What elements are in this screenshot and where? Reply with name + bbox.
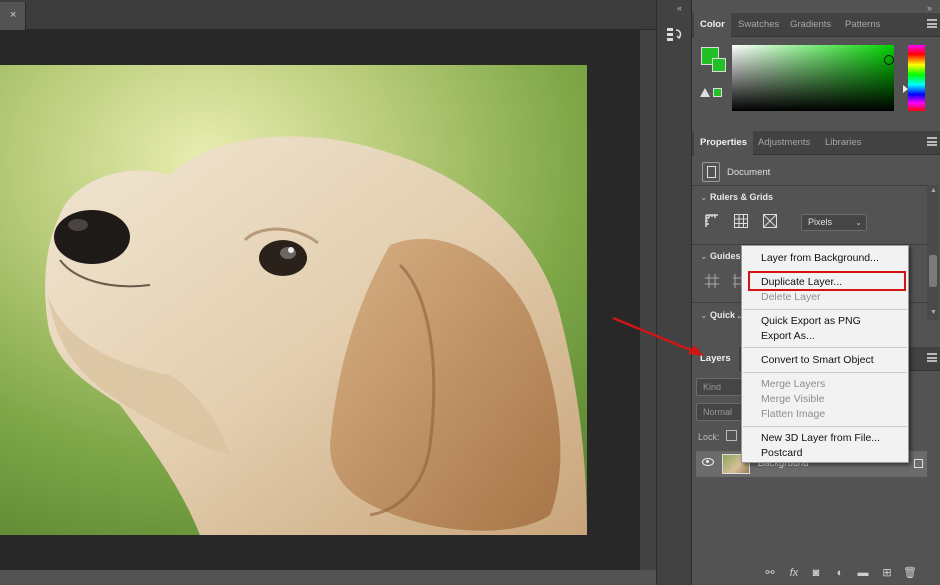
- menu-item-export-as[interactable]: Export As...: [761, 330, 815, 342]
- tab-color[interactable]: Color: [694, 13, 731, 37]
- collapse-right-icon[interactable]: »: [927, 3, 932, 13]
- menu-separator: [743, 309, 907, 310]
- document-icon: [702, 162, 720, 182]
- tab-adjustments[interactable]: Adjustments: [752, 131, 816, 155]
- menu-item-merge-visible: Merge Visible: [761, 393, 825, 405]
- tab-gradients[interactable]: Gradients: [784, 13, 837, 37]
- new-group-icon[interactable]: ▬: [856, 567, 870, 580]
- ruler-units-value: Pixels: [808, 217, 833, 227]
- new-layer-icon[interactable]: ⊞: [880, 567, 894, 580]
- history-icon: [667, 28, 682, 41]
- menu-separator: [743, 372, 907, 373]
- tab-patterns[interactable]: Patterns: [839, 13, 886, 37]
- link-layers-icon[interactable]: ⚯: [763, 567, 777, 580]
- rulers-grids-label: Rulers & Grids: [710, 192, 774, 202]
- ruler-icon[interactable]: [703, 213, 721, 231]
- color-panel-tabs: Color Swatches Gradients Patterns: [692, 13, 940, 37]
- color-picker-ring[interactable]: [884, 55, 894, 65]
- menu-separator: [743, 347, 907, 348]
- layer-context-menu: Layer from Background... Duplicate Layer…: [741, 245, 909, 463]
- hue-slider[interactable]: [908, 45, 925, 111]
- grid-icon[interactable]: [732, 213, 750, 231]
- collapse-left-icon[interactable]: «: [677, 3, 682, 13]
- menu-item-new-3d-layer[interactable]: New 3D Layer from File...: [761, 432, 880, 444]
- websafe-color-icon[interactable]: [713, 88, 722, 97]
- chevron-down-icon: ⌄: [700, 192, 708, 202]
- close-tab-icon[interactable]: ×: [10, 9, 16, 21]
- document-tab-bar: ×: [0, 0, 656, 30]
- layer-style-fx-icon[interactable]: fx: [787, 567, 801, 580]
- layers-panel-menu-icon[interactable]: [927, 353, 937, 362]
- guides-label: Guides: [710, 251, 741, 261]
- color-panel-menu-icon[interactable]: [927, 19, 937, 28]
- adjustment-layer-icon[interactable]: ◐: [833, 567, 847, 580]
- layers-footer-toolbar: ⚯ fx ◙ ◐ ▬ ⊞ 🗑: [692, 562, 940, 585]
- properties-panel-tabs: Properties Adjustments Libraries: [692, 131, 940, 155]
- collapsed-panel-strip: «: [656, 0, 692, 585]
- pixel-grid-glyph: [763, 214, 777, 228]
- guide-layout-icon[interactable]: [703, 273, 721, 291]
- scroll-up-icon[interactable]: ▲: [930, 187, 937, 194]
- visibility-eye-icon[interactable]: [702, 458, 714, 466]
- quick-actions-section[interactable]: ⌄ Quick ...: [700, 310, 745, 321]
- status-bar: [0, 570, 656, 585]
- menu-item-convert-smart-object[interactable]: Convert to Smart Object: [761, 354, 874, 366]
- layer-lock-icon[interactable]: [914, 459, 923, 468]
- divider: [692, 185, 928, 186]
- document-tab[interactable]: ×: [0, 2, 26, 30]
- tab-layers[interactable]: Layers: [692, 347, 739, 371]
- menu-item-flatten-image: Flatten Image: [761, 408, 826, 420]
- menu-item-layer-from-background[interactable]: Layer from Background...: [761, 252, 879, 264]
- puppy-photo[interactable]: [0, 65, 587, 535]
- ruler-glyph: [705, 214, 718, 227]
- document-label: Document: [727, 167, 771, 178]
- add-mask-icon[interactable]: ◙: [809, 567, 823, 580]
- pixel-grid-icon[interactable]: [761, 213, 779, 231]
- menu-separator: [743, 426, 907, 427]
- canvas-area[interactable]: [0, 30, 640, 570]
- tab-properties[interactable]: Properties: [694, 131, 753, 155]
- out-of-gamut-warning-icon[interactable]: [700, 88, 710, 97]
- scroll-thumb[interactable]: [929, 255, 937, 287]
- quick-actions-label: Quick ...: [710, 310, 746, 320]
- tab-swatches[interactable]: Swatches: [732, 13, 785, 37]
- photoshop-window: × « Color Swatches Gradients Patterns » …: [0, 0, 940, 585]
- scroll-down-icon[interactable]: ▼: [930, 309, 937, 316]
- color-picker-field[interactable]: [732, 45, 894, 111]
- canvas-scroll-strip[interactable]: [640, 30, 656, 570]
- menu-item-postcard[interactable]: Postcard: [761, 447, 802, 459]
- kind-placeholder: Kind: [703, 382, 722, 392]
- delete-layer-icon[interactable]: 🗑: [903, 567, 917, 580]
- rulers-grids-section[interactable]: ⌄ Rulers & Grids: [700, 192, 773, 203]
- lock-label: Lock:: [698, 432, 720, 442]
- lock-transparent-pixels-icon[interactable]: [726, 430, 737, 441]
- properties-scrollbar[interactable]: ▲ ▼: [927, 185, 939, 320]
- properties-panel-menu-icon[interactable]: [927, 137, 937, 146]
- guides-section[interactable]: ⌄ Guides: [700, 251, 741, 262]
- blend-mode-value: Normal: [703, 407, 733, 417]
- chevron-down-icon: ⌄: [855, 218, 862, 227]
- tab-libraries[interactable]: Libraries: [819, 131, 867, 155]
- grid-glyph: [734, 214, 748, 228]
- history-panel-icon[interactable]: [666, 26, 684, 42]
- menu-item-delete-layer: Delete Layer: [761, 291, 821, 303]
- menu-item-quick-export-png[interactable]: Quick Export as PNG: [761, 315, 861, 327]
- guide-glyph: [705, 274, 719, 288]
- background-color-swatch[interactable]: [712, 58, 726, 72]
- menu-item-merge-layers: Merge Layers: [761, 378, 826, 390]
- chevron-down-icon: ⌄: [700, 310, 708, 320]
- menu-item-duplicate-layer[interactable]: Duplicate Layer...: [761, 276, 842, 288]
- ruler-units-select[interactable]: Pixels ⌄: [801, 214, 867, 231]
- photo-image: [0, 65, 587, 535]
- chevron-down-icon: ⌄: [700, 251, 708, 261]
